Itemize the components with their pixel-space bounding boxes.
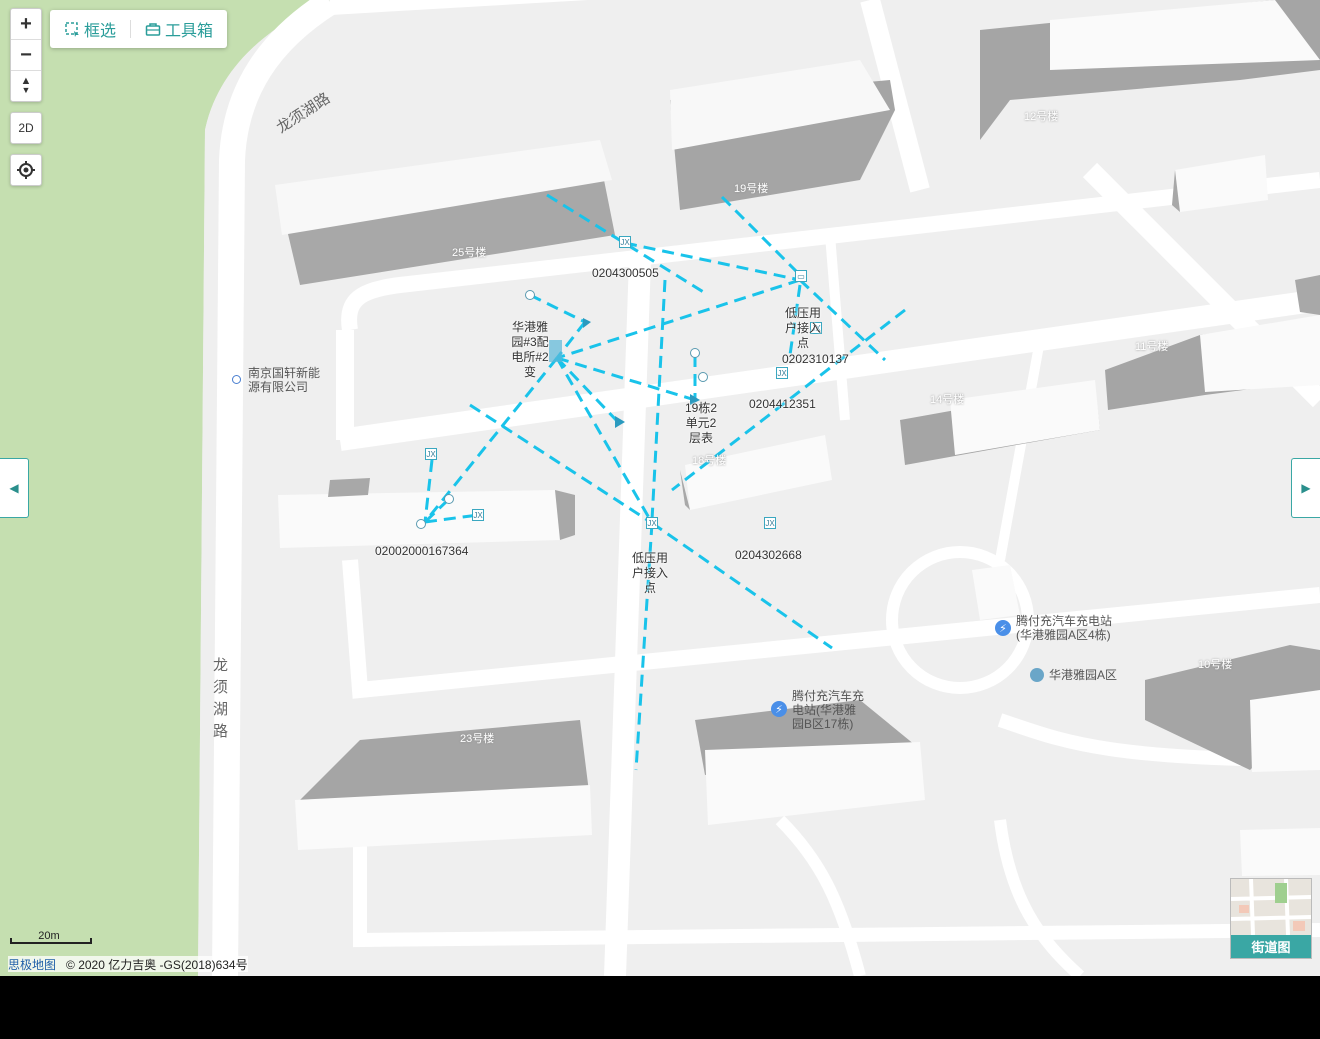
low-voltage-access-label: 低压用户接入点 (631, 551, 668, 595)
locate-button[interactable] (10, 154, 42, 186)
map-canvas[interactable]: 25号楼 19号楼 12号楼 11号楼 14号楼 18号楼 10号楼 23号楼 … (0, 0, 1320, 976)
building-label-19: 19号楼 (734, 183, 769, 195)
building-label-23: 23号楼 (460, 733, 495, 745)
building-label-18: 18号楼 (692, 455, 727, 467)
device-box-icon[interactable]: JX (646, 517, 658, 529)
map-toolbar: 框选 工具箱 (50, 10, 228, 48)
left-panel-toggle[interactable]: ◀ (0, 458, 29, 518)
toolbox-icon (145, 23, 161, 36)
map-attribution: 思极地图 © 2020 亿力吉奥 -GS(2018)634号 (8, 956, 248, 972)
charging-station-icon: ⚡ (995, 620, 1011, 636)
building-label-14: 14号楼 (930, 394, 965, 406)
building-label-10: 10号楼 (1198, 659, 1233, 671)
box-select-label: 框选 (84, 23, 117, 40)
copyright-text: © 2020 亿力吉奥 -GS(2018)634号 (66, 957, 248, 972)
device-node-icon[interactable] (416, 519, 426, 529)
compass-button[interactable]: ▲ ▼ (11, 71, 41, 101)
right-panel-toggle[interactable]: ▶ (1291, 458, 1320, 518)
meter-box-label: 19栋2单元2层表 (684, 401, 718, 445)
zoom-in-button[interactable]: + (11, 9, 41, 40)
locate-icon (17, 161, 35, 179)
toolbox-label: 工具箱 (165, 23, 214, 40)
low-voltage-access-label: 低压用户接入点 (784, 306, 821, 350)
poi-nanjing-company[interactable]: 南京国轩新能源有限公司 (248, 366, 328, 394)
device-id-label: 0204302668 (735, 548, 802, 562)
device-box-icon[interactable]: JX (425, 448, 437, 460)
chevron-right-icon: ▶ (1301, 481, 1311, 495)
map-controls: + − ▲ ▼ 2D (10, 8, 42, 186)
building-label-12: 12号楼 (1024, 111, 1059, 123)
residence-icon (1030, 668, 1044, 682)
building-label-11: 11号楼 (1135, 341, 1169, 353)
chevron-left-icon: ◀ (9, 481, 19, 495)
box-select-icon (65, 22, 79, 37)
poi-dot-icon (232, 375, 241, 384)
device-box-icon[interactable]: JX (472, 509, 484, 521)
map-base-layer (0, 0, 1320, 976)
box-select-button[interactable]: 框选 (64, 17, 116, 41)
zoom-control: + − ▲ ▼ (10, 8, 42, 102)
device-id-label: 0204300505 (592, 266, 659, 280)
charging-station-icon: ⚡ (771, 701, 787, 717)
road-label-longxuhu-left: 龙 须 湖 路 (213, 657, 229, 740)
mode-2d-button[interactable]: 2D (10, 112, 42, 144)
device-id-label: 0204412351 (749, 397, 816, 411)
device-box-icon[interactable]: JX (619, 236, 631, 248)
street-map-thumbnail (1231, 879, 1311, 935)
building-label-25: 25号楼 (452, 247, 487, 259)
toolbox-button[interactable]: 工具箱 (145, 17, 213, 41)
poi-charging-b[interactable]: 腾付充汽车充电站(华港雅园B区17栋) (792, 689, 866, 731)
device-id-label: 02002000167364 (375, 544, 469, 558)
device-box-icon[interactable]: ▭ (795, 270, 807, 282)
map-brand-link[interactable]: 思极地图 (8, 956, 56, 973)
toolbar-divider (130, 20, 132, 38)
device-node-icon[interactable] (525, 290, 535, 300)
scale-bar: 20m (10, 930, 92, 944)
device-node-icon[interactable] (690, 348, 700, 358)
substation-label: 华港雅园#3配电所#2变 (511, 320, 549, 379)
street-map-label: 街道图 (1231, 935, 1311, 958)
device-box-icon[interactable]: JX (776, 367, 788, 379)
device-id-label: 0202310137 (782, 352, 849, 366)
street-map-switch[interactable]: 街道图 (1230, 878, 1312, 959)
device-node-icon[interactable] (444, 494, 454, 504)
device-box-icon[interactable]: JX (764, 517, 776, 529)
bottom-blank-area (0, 976, 1320, 1039)
device-node-icon[interactable] (698, 372, 708, 382)
poi-huagang-a[interactable]: 华港雅园A区 (1049, 668, 1117, 682)
poi-charging-a[interactable]: 腾付充汽车充电站(华港雅园A区4栋) (1016, 614, 1126, 642)
zoom-out-button[interactable]: − (11, 40, 41, 71)
